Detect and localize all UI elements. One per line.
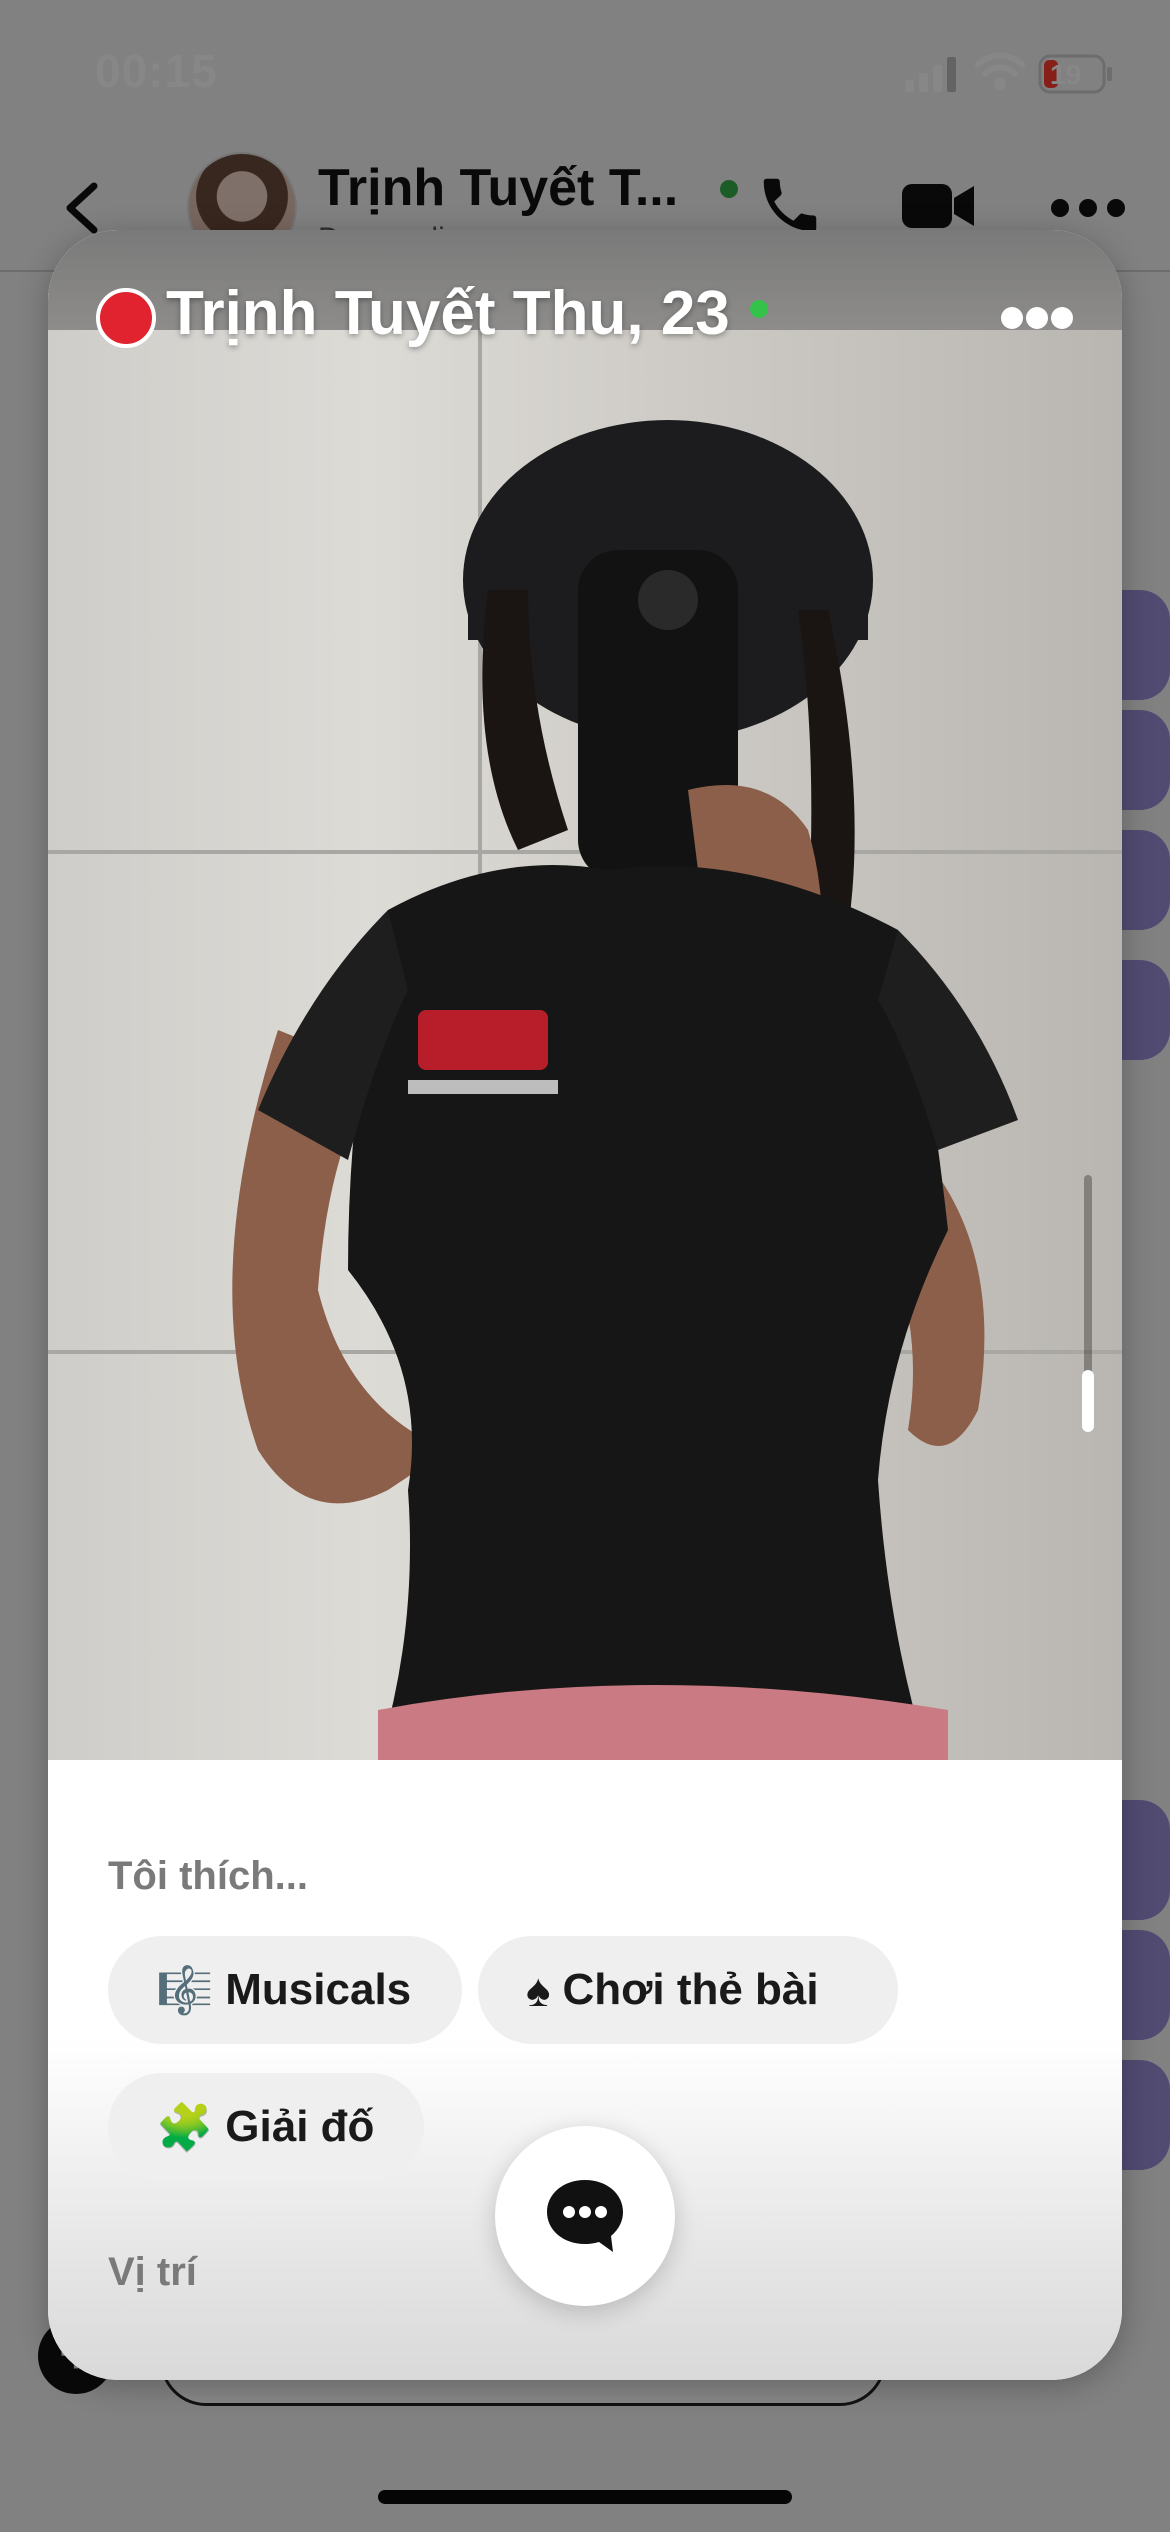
interest-label: Musicals (225, 1965, 412, 2014)
send-message-button[interactable] (495, 2126, 675, 2306)
spade-icon: ♠ (526, 1964, 551, 2016)
interest-label: Giải đố (225, 2102, 375, 2151)
profile-name-age: Trịnh Tuyết Thu, 23 (166, 279, 730, 348)
location-title: Vị trí (108, 2250, 197, 2294)
person-silhouette (232, 420, 1018, 1760)
more-options-icon[interactable] (1000, 306, 1074, 335)
interest-chip: ♠ Chơi thẻ bài (478, 1936, 898, 2044)
profile-card: Trịnh Tuyết Thu, 23 Tôi thích... 🎼 Music… (48, 230, 1122, 2380)
card-header: Trịnh Tuyết Thu, 23 (48, 230, 1122, 348)
chat-bubble-icon (547, 2180, 623, 2252)
interests-title: Tôi thích... (108, 1854, 308, 1898)
photo-scroll-thumb[interactable] (1082, 1370, 1094, 1432)
music-sheet-icon: 🎼 (156, 1964, 214, 2016)
interest-chip: 🎼 Musicals (108, 1936, 462, 2044)
online-dot (750, 300, 768, 318)
interest-chip: 🧩 Giải đố (108, 2073, 424, 2181)
profile-photo[interactable] (48, 230, 1122, 1760)
brand-logo-icon (96, 288, 156, 348)
interest-label: Chơi thẻ bài (562, 1965, 819, 2014)
puzzle-icon: 🧩 (156, 2101, 214, 2153)
